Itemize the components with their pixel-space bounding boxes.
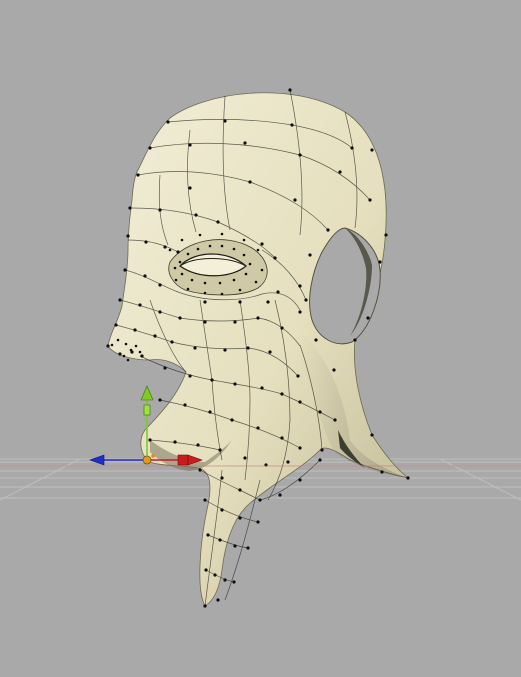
3d-viewport[interactable] xyxy=(0,0,521,677)
pivot-icon[interactable] xyxy=(142,455,152,465)
head-mesh[interactable] xyxy=(106,88,410,608)
selected-vertex[interactable] xyxy=(151,454,155,458)
z-axis-handle[interactable] xyxy=(89,454,147,466)
viewport-canvas[interactable] xyxy=(0,0,521,677)
